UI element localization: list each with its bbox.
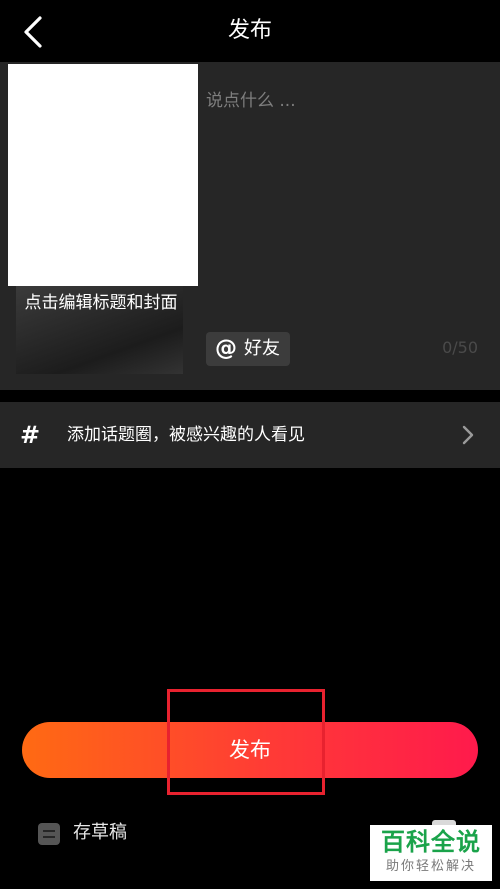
cover-editor[interactable]: 点击编辑标题和封面 [0,62,200,374]
page-title: 发布 [227,18,272,43]
caption-input[interactable]: 说点什么 ... [206,88,476,118]
top-bar: 发布 [0,0,500,62]
watermark-logo: 百科全说 助你轻松解决 [370,825,492,881]
draft-icon [38,823,60,845]
cover-preview [8,64,198,286]
at-icon: @ [215,336,237,361]
publish-screen: 发布 点击编辑标题和封面 说点什么 ... @ 好友 0/50 # 添加话题圈，… [0,0,500,889]
watermark-title: 百科全说 [381,828,481,856]
chevron-left-icon [24,16,42,48]
char-counter: 0/50 [442,338,478,357]
mention-friends-button[interactable]: @ 好友 [206,332,290,366]
save-draft-label: 存草稿 [73,822,127,843]
chevron-right-icon [460,424,476,446]
watermark-subtitle: 助你轻松解决 [385,859,476,874]
back-button[interactable] [14,12,54,52]
hash-icon: # [20,421,41,449]
mention-friends-label: 好友 [244,338,280,359]
add-topic-row[interactable]: # 添加话题圈，被感兴趣的人看见 [0,402,500,468]
cover-edit-label: 点击编辑标题和封面 [24,293,178,313]
compose-panel: 点击编辑标题和封面 说点什么 ... @ 好友 0/50 [0,62,500,390]
add-topic-label: 添加话题圈，被感兴趣的人看见 [67,425,305,445]
publish-button[interactable]: 发布 [22,722,478,778]
